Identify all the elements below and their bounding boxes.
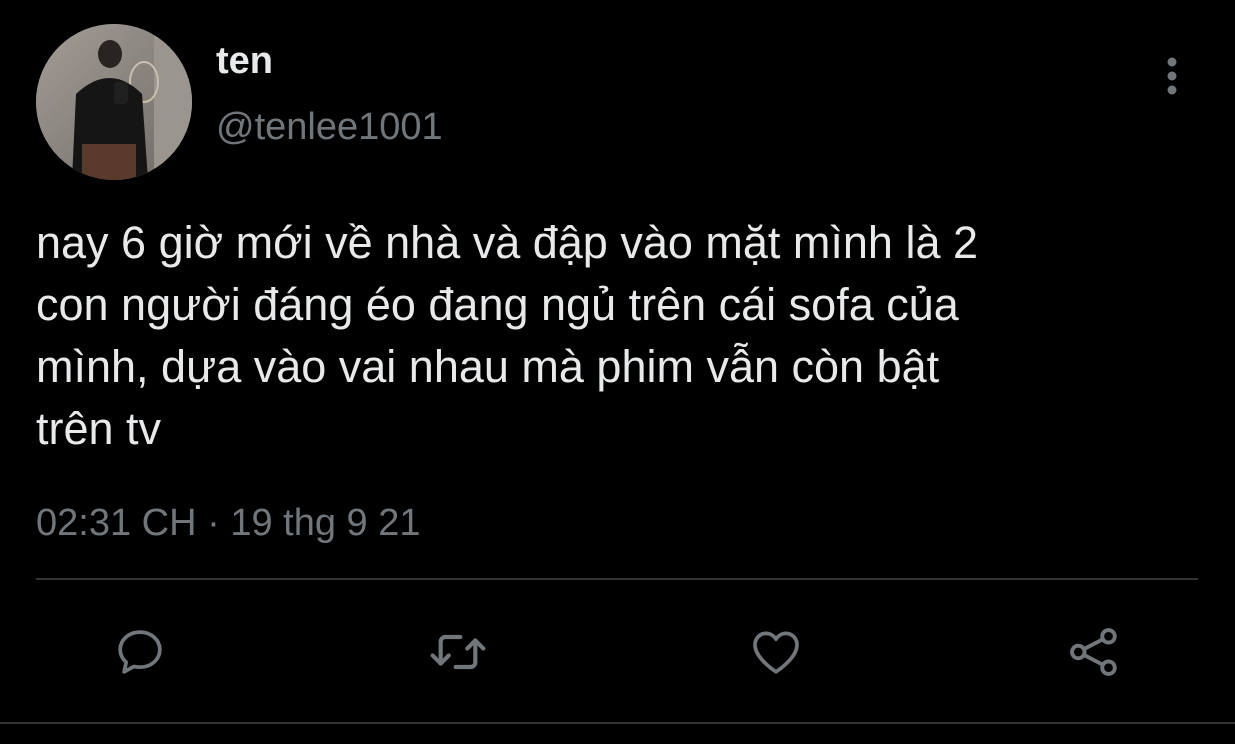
heart-icon: [753, 631, 799, 674]
avatar-photo: [36, 24, 192, 180]
tweet-date: 19 thg 9 21: [230, 502, 421, 544]
user-handle[interactable]: @tenlee1001: [216, 104, 443, 150]
avatar[interactable]: [36, 24, 192, 180]
like-button[interactable]: [744, 620, 808, 684]
retweet-button[interactable]: [426, 620, 490, 684]
tweet-text: nay 6 giờ mới về nhà và đập vào mặt mình…: [36, 217, 979, 454]
more-vertical-icon: [1167, 57, 1177, 95]
retweet-icon: [430, 634, 486, 670]
reply-button[interactable]: [108, 620, 172, 684]
timestamp-separator: ·: [207, 502, 220, 544]
display-name[interactable]: ten: [216, 38, 273, 84]
share-icon: [1070, 628, 1117, 676]
tweet-timestamp[interactable]: 02:31 CH · 19 thg 9 21: [36, 500, 421, 546]
share-button[interactable]: [1062, 620, 1126, 684]
tweet-detail: ten @tenlee1001 nay 6 giờ mới về nhà và …: [0, 0, 1235, 744]
reply-icon: [118, 630, 162, 674]
divider: [0, 722, 1235, 724]
tweet-time: 02:31 CH: [36, 502, 197, 544]
divider: [36, 578, 1198, 580]
more-options-button[interactable]: [1152, 52, 1192, 100]
